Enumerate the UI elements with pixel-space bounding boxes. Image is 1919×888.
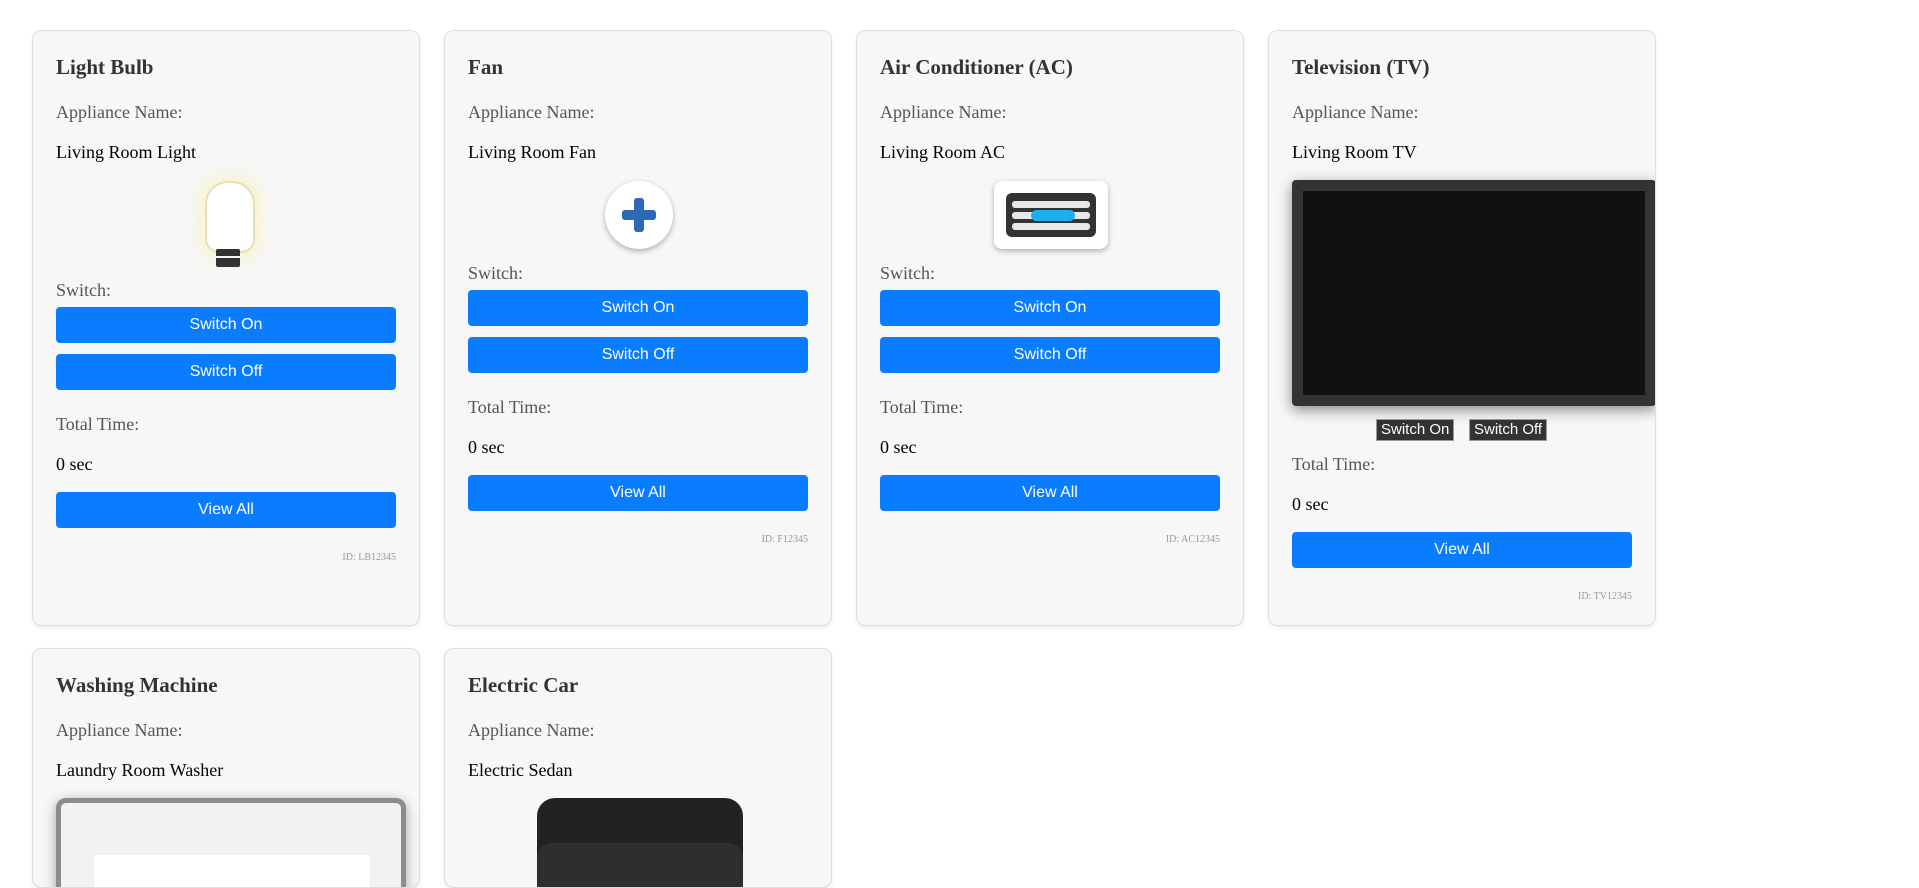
tv-screen [1303, 191, 1645, 395]
switch-label: Switch: [56, 280, 112, 300]
switch-off-button[interactable]: Switch Off [468, 337, 808, 373]
appliance-card-television: Television (TV) Appliance Name: Living R… [1268, 30, 1656, 626]
appliance-name-label: Appliance Name: [56, 720, 183, 740]
electric-car-icon [537, 798, 743, 887]
total-time-value: 0 sec [56, 454, 93, 474]
total-time-label: Total Time: [468, 397, 552, 417]
total-time-value: 0 sec [880, 437, 917, 457]
card-title: Air Conditioner (AC) [880, 55, 1073, 79]
fan-icon [605, 181, 673, 249]
total-time-label: Total Time: [1292, 454, 1376, 474]
appliance-name-value: Living Room Fan [468, 142, 597, 162]
washing-machine-icon [56, 798, 406, 887]
switch-label: Switch: [468, 263, 524, 283]
appliance-id: ID: LB12345 [342, 552, 396, 563]
appliance-card-washing-machine: Washing Machine Appliance Name: Laundry … [32, 648, 420, 888]
appliance-name-label: Appliance Name: [468, 102, 595, 122]
appliance-name-label: Appliance Name: [1292, 102, 1419, 122]
appliance-name-label: Appliance Name: [56, 102, 183, 122]
total-time-label: Total Time: [56, 414, 140, 434]
appliance-name-value: Laundry Room Washer [56, 760, 224, 780]
switch-label: Switch: [880, 263, 936, 283]
appliance-card-light-bulb: Light Bulb Appliance Name: Living Room L… [32, 30, 420, 626]
card-title: Television (TV) [1292, 55, 1430, 79]
appliance-name-value: Living Room Light [56, 142, 197, 162]
appliance-name-label: Appliance Name: [468, 720, 595, 740]
tv-switch-on-button[interactable]: Switch On [1376, 419, 1455, 441]
total-time-value: 0 sec [468, 437, 505, 457]
appliance-id: ID: TV12345 [1578, 591, 1632, 602]
card-title: Light Bulb [56, 55, 154, 79]
view-all-button[interactable]: View All [56, 492, 396, 528]
appliance-id: ID: F12345 [761, 534, 808, 545]
switch-on-button[interactable]: Switch On [880, 290, 1220, 326]
view-all-button[interactable]: View All [1292, 532, 1632, 568]
tv-switch-off-button[interactable]: Switch Off [1469, 419, 1548, 441]
switch-off-button[interactable]: Switch Off [880, 337, 1220, 373]
view-all-button[interactable]: View All [880, 475, 1220, 511]
appliance-card-fan: Fan Appliance Name: Living Room Fan Swit… [444, 30, 832, 626]
card-title: Washing Machine [56, 673, 218, 697]
switch-on-button[interactable]: Switch On [468, 290, 808, 326]
view-all-button[interactable]: View All [468, 475, 808, 511]
air-conditioner-icon [994, 181, 1108, 249]
appliance-name-value: Living Room AC [880, 142, 1006, 162]
appliance-id: ID: AC12345 [1165, 534, 1220, 545]
appliance-name-value: Electric Sedan [468, 760, 573, 780]
appliance-card-electric-car: Electric Car Appliance Name: Electric Se… [444, 648, 832, 888]
appliance-name-value: Living Room TV [1292, 142, 1417, 162]
appliance-card-air-conditioner: Air Conditioner (AC) Appliance Name: Liv… [856, 30, 1244, 626]
appliance-name-label: Appliance Name: [880, 102, 1007, 122]
card-title: Fan [468, 55, 504, 79]
card-title: Electric Car [468, 673, 579, 697]
total-time-label: Total Time: [880, 397, 964, 417]
television-icon [1292, 180, 1655, 406]
switch-on-button[interactable]: Switch On [56, 307, 396, 343]
total-time-value: 0 sec [1292, 494, 1329, 514]
switch-off-button[interactable]: Switch Off [56, 354, 396, 390]
